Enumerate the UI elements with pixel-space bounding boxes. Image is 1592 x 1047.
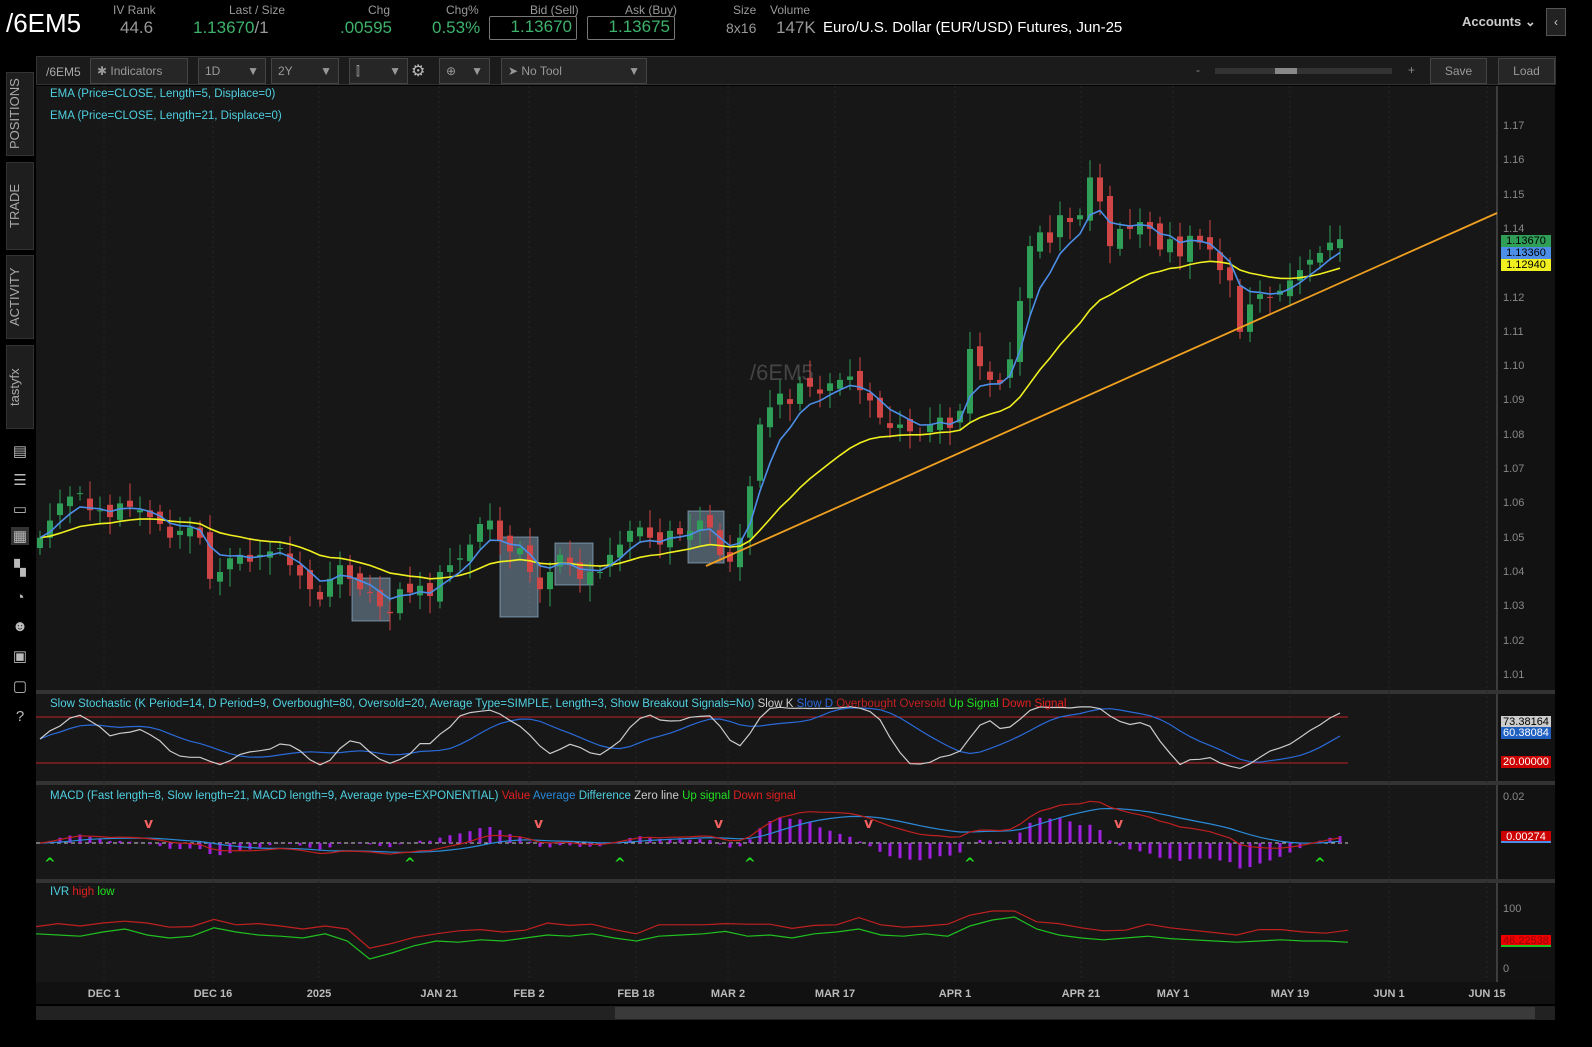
price-axis-label: 1.06 [1503,497,1525,510]
chart-canvas[interactable]: /6EM5 ^ v ^ v ^ v ^ v ^ v ^ [0,0,1592,1047]
legend-difference: Difference [578,790,631,802]
ivr-axis-label: 0 [1503,963,1510,975]
up-signal-icon: ^ [614,856,626,872]
oversold-tag: 20.00000 [1501,756,1551,768]
macd-axis-label: 0.02 [1503,791,1525,803]
date-axis-label: MAY 1 [1156,988,1190,1000]
ema5-tag: 1.13360 [1501,247,1551,259]
down-signal-icon: v [1114,816,1123,832]
price-axis-label: 1.03 [1503,600,1525,613]
ivr-title: IVR [50,886,70,898]
slow-d-tag: 60.38084 [1501,727,1551,739]
price-axis-label: 1.15 [1503,188,1525,201]
price-axis-label: 1.16 [1503,154,1525,167]
up-signal-icon: ^ [1314,856,1326,872]
date-axis-label: MAY 19 [1270,988,1310,1000]
legend-up-signal: Up signal [682,790,731,802]
date-axis-label: FEB 18 [617,988,655,1000]
date-axis-label: MAR 2 [710,988,746,1000]
ivr-legend: IVR high low [50,886,115,898]
macd-tag: 0.00274 [1501,831,1551,843]
date-axis-label: DEC 1 [87,988,121,1000]
up-signal-icon: ^ [744,856,756,872]
legend-zero-line: Zero line [634,790,679,802]
date-axis-label: JUN 15 [1468,988,1506,1000]
legend-up-signal: Up Signal [948,698,999,710]
date-axis-label: APR 21 [1061,988,1101,1000]
macd-legend: MACD (Fast length=8, Slow length=21, MAC… [50,790,796,802]
stoch-title: Slow Stochastic (K Period=14, D Period=9… [50,698,755,710]
date-axis-label: JUN 1 [1373,988,1405,1000]
legend-high: high [72,886,95,898]
ema5-legend: EMA (Price=CLOSE, Length=5, Displace=0) [50,88,276,100]
legend-oversold: Oversold [899,698,946,710]
price-axis-label: 1.09 [1503,394,1525,407]
up-signal-icon: ^ [964,856,976,872]
legend-value: Value [501,790,531,802]
legend-overbought: Overbought [836,698,897,710]
price-axis-label: 1.14 [1503,222,1525,235]
legend-down-signal: Down signal [733,790,796,802]
price-axis-label: 1.04 [1503,565,1525,578]
up-signal-icon: ^ [404,856,416,872]
ema21-tag: 1.12940 [1501,259,1551,271]
date-axis-label: APR 1 [938,988,972,1000]
macd-title: MACD (Fast length=8, Slow length=21, MAC… [50,790,499,802]
price-axis-label: 1.08 [1503,428,1525,441]
legend-down-signal: Down Signal [1001,698,1067,710]
date-axis-label: MAR 17 [814,988,856,1000]
date-axis-label: FEB 2 [513,988,545,1000]
price-axis-label: 1.11 [1503,325,1524,338]
price-axis-label: 1.10 [1503,360,1525,373]
candle [1237,279,1243,339]
ivr-tag: 46.22538 [1501,935,1551,947]
price-axis-label: 1.17 [1503,120,1525,132]
legend-average: Average [532,790,576,802]
candle [757,417,763,488]
price-axis-label: 1.01 [1503,668,1525,681]
legend-slow-k: Slow K [757,698,794,710]
watermark: /6EM5 [750,360,814,385]
ivr-axis-label: 100 [1503,903,1522,915]
last-price-tag: 1.13670 [1501,235,1551,247]
down-signal-icon: v [864,816,873,832]
price-axis-label: 1.05 [1503,531,1525,544]
scrollbar-thumb[interactable] [615,1007,1535,1019]
legend-low: low [97,886,115,898]
down-signal-icon: v [144,816,153,832]
down-signal-icon: v [714,816,723,832]
date-axis-label: 2025 [306,988,332,1000]
date-axis-label: DEC 16 [193,988,233,1000]
price-axis-label: 1.02 [1503,634,1525,647]
price-axis-label: 1.12 [1503,291,1525,304]
date-axis-label: JAN 21 [420,988,458,1000]
ema21-legend: EMA (Price=CLOSE, Length=21, Displace=0) [50,110,282,122]
up-signal-icon: ^ [44,856,56,872]
down-signal-icon: v [534,816,543,832]
legend-slow-d: Slow D [796,698,834,710]
stoch-legend: Slow Stochastic (K Period=14, D Period=9… [50,698,1066,710]
price-axis-label: 1.07 [1503,463,1525,475]
